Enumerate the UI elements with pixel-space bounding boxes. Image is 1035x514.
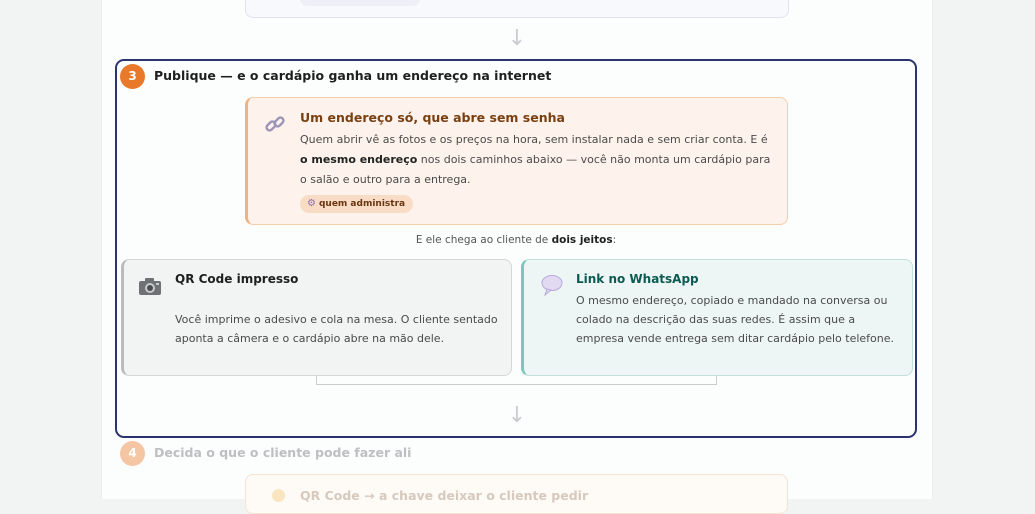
camera-icon [139, 278, 161, 295]
step-title: Publique — e o cardápio ganha um endereç… [154, 68, 552, 83]
whatsapp-card-text: O mesmo endereço, copiado e mandado na c… [576, 294, 895, 345]
down-arrow-icon: ↓ [507, 403, 527, 428]
speech-bubble-icon [541, 275, 563, 296]
address-card-text: Quem abrir vê as fotos e os preços na ho… [300, 133, 771, 186]
qr-card-text: Você imprime o adesivo e cola na mesa. O… [175, 313, 498, 345]
step-title: Decida o que o cliente pode fazer ali [154, 445, 412, 460]
step-number-badge: 4 [120, 441, 145, 466]
qr-card-title: QR Code impresso [175, 272, 299, 286]
step-number-badge: 3 [120, 64, 145, 89]
down-arrow-icon: ↓ [507, 26, 527, 51]
next-step-card-title: QR Code → a chave deixar o cliente pedir [300, 488, 589, 503]
previous-step-badge [300, 0, 420, 6]
address-card-title: Um endereço só, que abre sem senha [300, 110, 565, 125]
ways-intro: E ele chega ao cliente de dois jeitos: [415, 234, 617, 246]
lightbulb-icon [272, 489, 285, 502]
link-icon [265, 116, 285, 132]
admin-badge: ⚙ quem administra [300, 195, 414, 213]
whatsapp-card-title: Link no WhatsApp [576, 272, 699, 286]
emphasis-same-address: o mesmo endereço [300, 153, 418, 166]
merge-connector [316, 376, 717, 385]
gear-icon: ⚙ [307, 198, 316, 209]
